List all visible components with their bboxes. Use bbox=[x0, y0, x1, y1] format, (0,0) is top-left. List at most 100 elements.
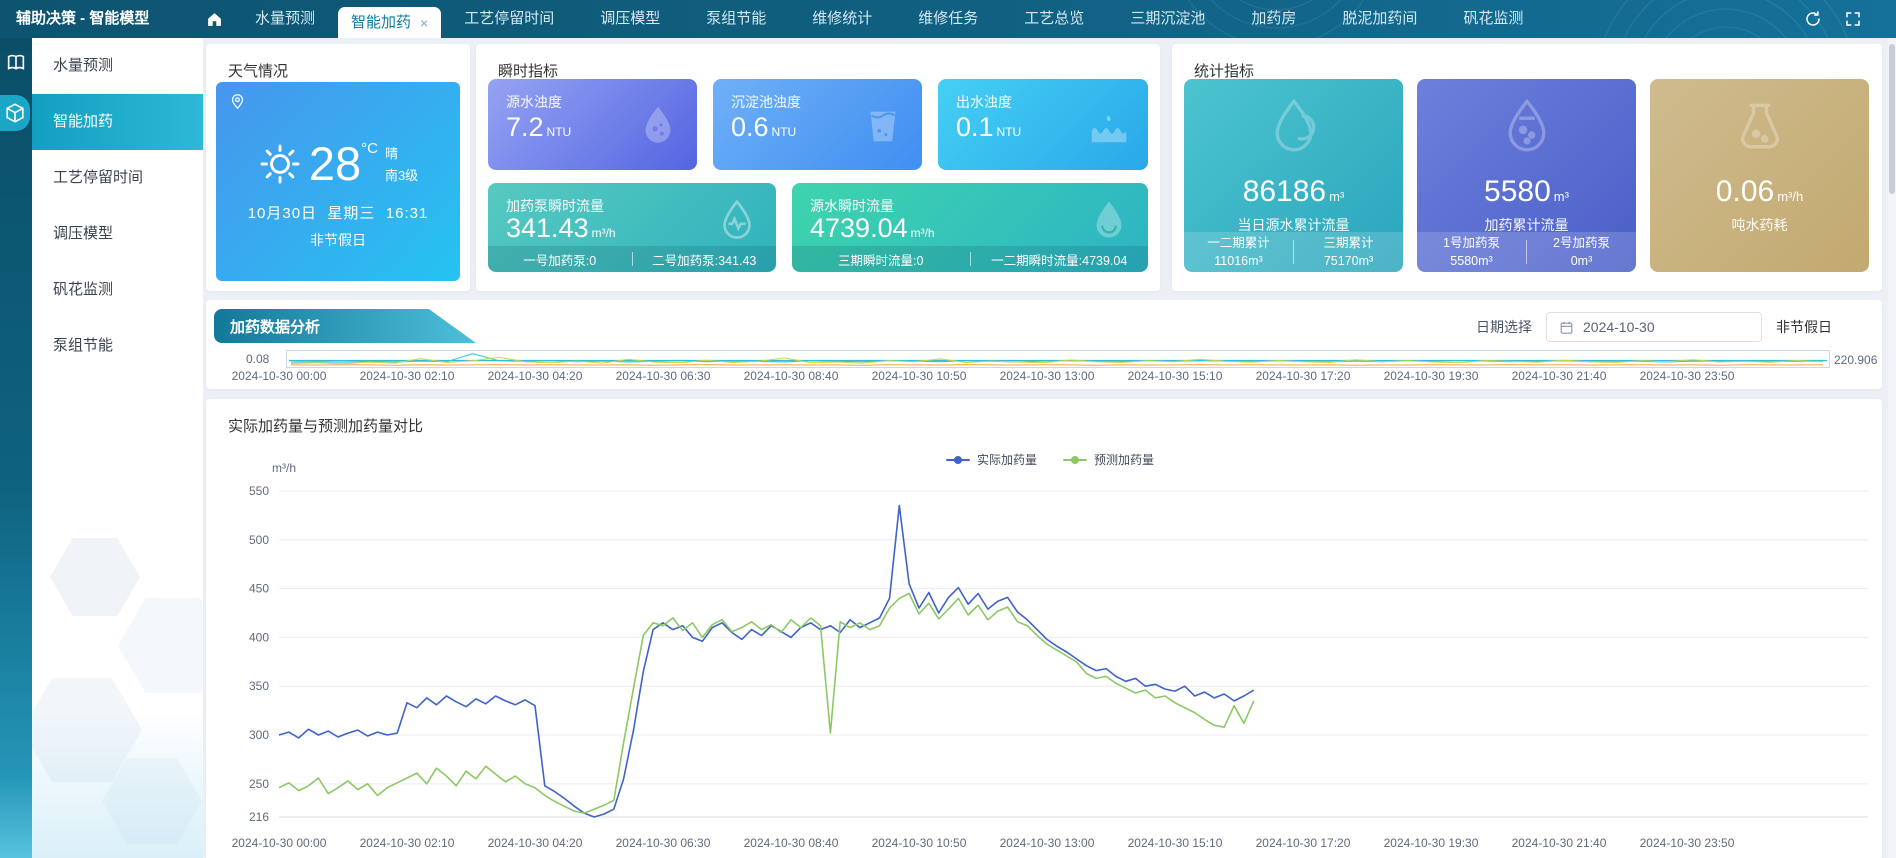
droplet-drops-icon bbox=[1496, 95, 1558, 157]
metric-unit: m³/h bbox=[592, 226, 616, 240]
footer-label: 三期累计 bbox=[1294, 234, 1403, 252]
tab-process-overview[interactable]: 工艺总览 bbox=[1001, 0, 1107, 38]
tab-pump-energy[interactable]: 泵组节能 bbox=[683, 0, 789, 38]
sidebar-item-floc-monitoring[interactable]: 矾花监测 bbox=[32, 262, 203, 318]
tab-process-retention[interactable]: 工艺停留时间 bbox=[441, 0, 577, 38]
svg-text:2024-10-30 06:30: 2024-10-30 06:30 bbox=[616, 836, 711, 850]
calendar-icon bbox=[1559, 320, 1574, 335]
metric-value: 0.6NTU bbox=[731, 112, 796, 143]
footer-value: 75170m³ bbox=[1294, 252, 1403, 270]
hexagon-decoration bbox=[50, 538, 140, 616]
tab-sludge-dosing-room[interactable]: 脱泥加药间 bbox=[1319, 0, 1440, 38]
dosing-comparison-chart: 5505004504003503002502162024-10-30 00:00… bbox=[206, 399, 1882, 858]
stat-value: 0.06m³/h bbox=[1650, 175, 1869, 209]
book-icon[interactable] bbox=[5, 52, 27, 74]
stat-unit: m³ bbox=[1554, 189, 1569, 204]
droplet-outline-icon bbox=[1263, 95, 1325, 157]
temperature-unit: °C bbox=[361, 140, 378, 157]
tab-pressure-model[interactable]: 调压模型 bbox=[577, 0, 683, 38]
sidebar-item-process-retention[interactable]: 工艺停留时间 bbox=[32, 150, 203, 206]
tab-phase3-sedimentation[interactable]: 三期沉淀池 bbox=[1107, 0, 1228, 38]
svg-text:2024-10-30 21:40: 2024-10-30 21:40 bbox=[1512, 836, 1607, 850]
scrollbar-track[interactable] bbox=[1888, 38, 1896, 858]
scrollbar-thumb[interactable] bbox=[1889, 44, 1895, 194]
svg-text:500: 500 bbox=[249, 533, 269, 547]
stat-card-chemical-per-ton: 0.06m³/h 吨水药耗 bbox=[1650, 79, 1869, 272]
footer-value: 0m³ bbox=[1527, 252, 1636, 270]
fullscreen-icon[interactable] bbox=[1844, 10, 1862, 28]
stat-unit: m³ bbox=[1329, 189, 1344, 204]
comparison-chart-panel: 实际加药量与预测加药量对比 实际加药量 预测加药量 m³/h 550500450… bbox=[206, 399, 1882, 858]
svg-text:450: 450 bbox=[249, 582, 269, 596]
weather-wind: 南3级 bbox=[385, 165, 418, 184]
home-icon bbox=[206, 11, 223, 28]
pump2-flow: 二号加药泵:341.43 bbox=[633, 250, 777, 269]
date-select-label: 日期选择 bbox=[1476, 317, 1532, 337]
metric-unit: NTU bbox=[997, 125, 1022, 139]
datazoom-axis-label: 2024-10-30 10:50 bbox=[855, 369, 983, 383]
section-title: 加药数据分析 bbox=[230, 316, 320, 337]
tab-maintenance-stats[interactable]: 维修统计 bbox=[789, 0, 895, 38]
svg-text:2024-10-30 13:00: 2024-10-30 13:00 bbox=[1000, 836, 1095, 850]
sidebar-item-pressure-model[interactable]: 调压模型 bbox=[32, 206, 203, 262]
tab-smart-dosing[interactable]: 智能加药 × bbox=[338, 7, 441, 38]
stats-panel: 统计指标 86186m³ 当日源水累计流量 一二期累计11016m³ 三期累计7… bbox=[1172, 44, 1882, 291]
datazoom-slider[interactable] bbox=[286, 350, 1830, 368]
svg-text:2024-10-30 08:40: 2024-10-30 08:40 bbox=[744, 836, 839, 850]
weather-holiday-status: 非节假日 bbox=[216, 230, 460, 250]
metric-value: 341.43m³/h bbox=[506, 213, 616, 244]
metric-card-raw-water-flow: 源水瞬时流量 4739.04m³/h 三期瞬时流量:0 一二期瞬时流量:4739… bbox=[792, 183, 1148, 272]
stat-card-daily-raw-water: 86186m³ 当日源水累计流量 一二期累计11016m³ 三期累计75170m… bbox=[1184, 79, 1403, 272]
home-button[interactable] bbox=[196, 0, 232, 38]
weather-time: 16:31 bbox=[386, 205, 429, 222]
droplet-pulse-icon bbox=[714, 197, 760, 243]
metric-card-outlet-turbidity: 出水浊度 0.1NTU bbox=[938, 79, 1148, 170]
sun-icon bbox=[258, 142, 302, 186]
sidebar-item-smart-dosing[interactable]: 智能加药 bbox=[32, 94, 203, 150]
weather-card: 28°C 晴 南3级 10月30日 星期三 16:31 非节假日 bbox=[216, 82, 460, 281]
tab-close-icon[interactable]: × bbox=[420, 16, 428, 30]
datazoom-axis-label: 2024-10-30 21:40 bbox=[1495, 369, 1623, 383]
metric-card-dosing-pump-flow: 加药泵瞬时流量 341.43m³/h 一号加药泵:0 二号加药泵:341.43 bbox=[488, 183, 776, 272]
sidebar-item-water-forecast[interactable]: 水量预测 bbox=[32, 38, 203, 94]
droplet-bubbles-icon bbox=[635, 102, 681, 148]
svg-text:550: 550 bbox=[249, 484, 269, 498]
app-title: 辅助决策 - 智能模型 bbox=[0, 0, 196, 38]
svg-text:216: 216 bbox=[249, 810, 269, 824]
metric-card-sedimentation-turbidity: 沉淀池浊度 0.6NTU bbox=[713, 79, 922, 170]
sidebar-glow-decoration bbox=[32, 708, 203, 858]
model-cube-icon bbox=[4, 102, 26, 124]
stat-label: 吨水药耗 bbox=[1650, 215, 1869, 235]
topbar-actions bbox=[1804, 0, 1862, 38]
stat-value: 5580m³ bbox=[1417, 175, 1636, 209]
svg-text:400: 400 bbox=[249, 630, 269, 644]
metric-label: 出水浊度 bbox=[956, 92, 1012, 112]
rail-active-item[interactable] bbox=[0, 95, 30, 131]
stat-value: 86186m³ bbox=[1184, 175, 1403, 209]
location-pin-icon bbox=[229, 93, 246, 110]
date-picker-input[interactable]: 2024-10-30 bbox=[1546, 312, 1762, 342]
weather-panel: 天气情况 28°C 晴 南3级 10月30日 星期三 16:31 非节假日 bbox=[206, 44, 470, 291]
sidebar-item-pump-energy[interactable]: 泵组节能 bbox=[32, 318, 203, 374]
datazoom-axis-label: 2024-10-30 04:20 bbox=[471, 369, 599, 383]
tab-maintenance-tasks[interactable]: 维修任务 bbox=[895, 0, 1001, 38]
footer-value: 5580m³ bbox=[1417, 252, 1526, 270]
tab-floc-monitoring[interactable]: 矾花监测 bbox=[1440, 0, 1546, 38]
instant-metrics-panel: 瞬时指标 源水浊度 7.2NTU 沉淀池浊度 0.6NTU 出水浊度 0.1NT… bbox=[476, 44, 1160, 291]
svg-text:250: 250 bbox=[249, 777, 269, 791]
weather-panel-title: 天气情况 bbox=[206, 44, 470, 81]
footer-value: 11016m³ bbox=[1184, 252, 1293, 270]
tab-water-forecast[interactable]: 水量预测 bbox=[232, 0, 338, 38]
svg-text:2024-10-30 00:00: 2024-10-30 00:00 bbox=[232, 836, 327, 850]
temperature-value: 28 bbox=[309, 137, 361, 190]
datazoom-axis-label: 2024-10-30 02:10 bbox=[343, 369, 471, 383]
footer-label: 2号加药泵 bbox=[1527, 234, 1636, 252]
svg-text:350: 350 bbox=[249, 679, 269, 693]
phase12-flow: 一二期瞬时流量:4739.04 bbox=[971, 250, 1149, 269]
refresh-icon[interactable] bbox=[1804, 10, 1822, 28]
datazoom-min-label: 0.08 bbox=[246, 352, 269, 366]
footer-label: 一二期累计 bbox=[1184, 234, 1293, 252]
tab-dosing-room[interactable]: 加药房 bbox=[1228, 0, 1319, 38]
datazoom-axis-label: 2024-10-30 19:30 bbox=[1367, 369, 1495, 383]
svg-text:2024-10-30 04:20: 2024-10-30 04:20 bbox=[488, 836, 583, 850]
